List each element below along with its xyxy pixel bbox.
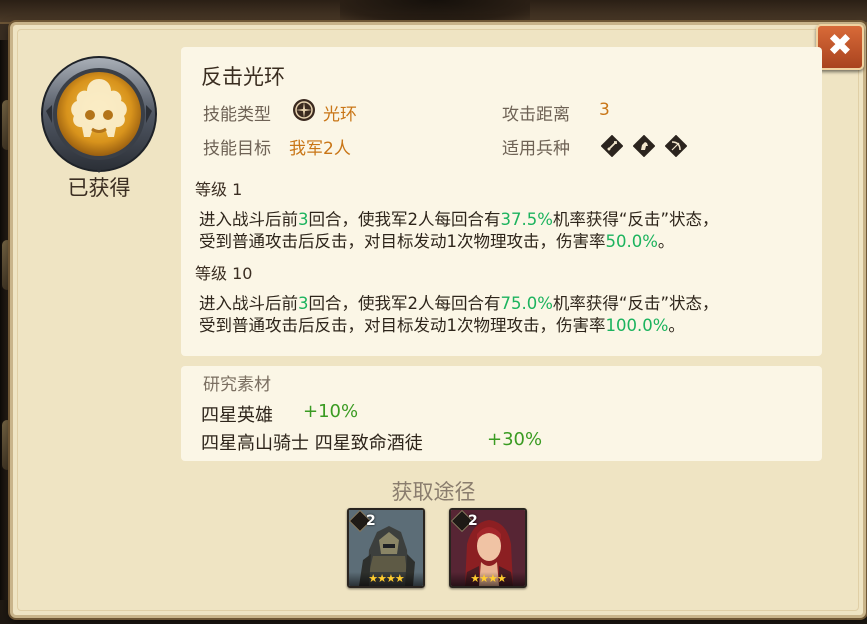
level-10-label: 等级 10 [195, 264, 253, 283]
skill-type-value: 光环 [323, 105, 357, 125]
research-materials-panel: 研究素材 四星英雄 +10% 四星高山骑士 四星致命酒徒 +30% [181, 366, 822, 461]
level-1-label: 等级 1 [195, 180, 243, 199]
hero-card-heroine[interactable]: 2 ★★★★ [449, 508, 527, 588]
acquisition-sources-title: 获取途径 [391, 480, 476, 504]
troop-types-label: 适用兵种 [502, 139, 570, 159]
skill-type-label: 技能类型 [203, 105, 271, 125]
skill-target-label: 技能目标 [203, 139, 271, 159]
hero-level-badge: 2 [468, 513, 478, 529]
acquired-status-label: 已获得 [67, 176, 131, 200]
hero-star-rating: ★★★★ [349, 572, 423, 586]
level-10-description-line1: 进入战斗后前3回合，使我军2人每回合有75.0%机率获得“反击”状态， [199, 294, 719, 313]
level-1-description-line1: 进入战斗后前3回合，使我军2人每回合有37.5%机率获得“反击”状态， [199, 210, 719, 229]
research-item-bonus: +30% [487, 429, 543, 450]
research-item-bonus: +10% [303, 401, 359, 422]
bow-icon [665, 135, 687, 157]
hero-card-knight[interactable]: 2 ★★★★ [347, 508, 425, 588]
sword-icon [601, 135, 623, 157]
level-1-description-line2: 受到普通攻击后反击，对目标发动1次物理攻击，伤害率50.0%。 [199, 232, 675, 251]
horse-icon [633, 135, 655, 157]
skill-emblem-icon [41, 56, 157, 173]
skill-target-value: 我军2人 [289, 139, 351, 159]
aura-icon [293, 99, 315, 121]
hero-star-rating: ★★★★ [451, 572, 525, 586]
skill-info-panel: 反击光环 技能类型 光环 攻击距离 3 技能目标 我军2人 适用兵种 等级 1 … [181, 47, 822, 356]
attack-range-value: 3 [599, 100, 610, 120]
research-title: 研究素材 [203, 375, 271, 395]
research-item-name: 四星英雄 [201, 405, 273, 426]
research-item-name: 四星高山骑士 四星致命酒徒 [201, 433, 423, 454]
attack-range-label: 攻击距离 [502, 105, 570, 125]
skill-name: 反击光环 [201, 65, 285, 89]
level-10-description-line2: 受到普通攻击后反击，对目标发动1次物理攻击，伤害率100.0%。 [199, 316, 685, 335]
book-top-edge [0, 0, 867, 24]
close-button[interactable]: ✖ [816, 24, 864, 70]
hero-level-badge: 2 [366, 513, 376, 529]
